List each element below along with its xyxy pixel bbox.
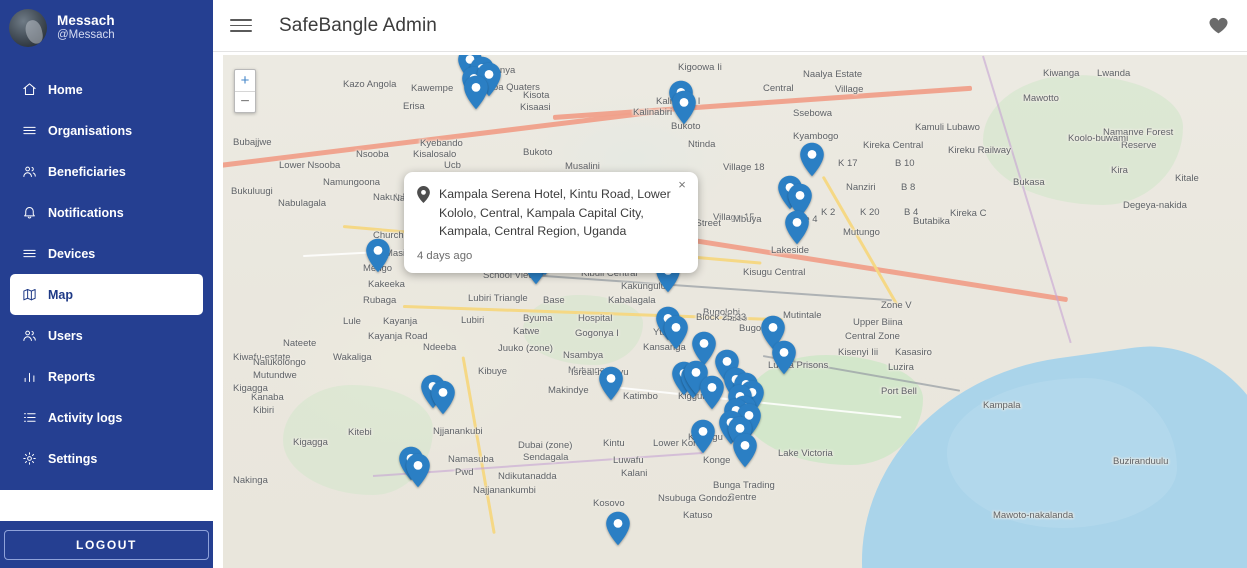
sidebar-item-label: Organisations <box>48 123 133 138</box>
bar-chart-icon <box>22 369 37 384</box>
sidebar-profile[interactable]: Messach @Messach <box>0 0 213 55</box>
sidebar-item-organisations[interactable]: Organisations <box>10 110 203 151</box>
map-marker-pin[interactable] <box>663 315 689 350</box>
profile-handle: @Messach <box>57 28 115 41</box>
map-marker-pin[interactable] <box>463 75 489 110</box>
sidebar-item-label: Reports <box>48 369 96 384</box>
map-marker-pin[interactable] <box>732 433 758 468</box>
sidebar-item-home[interactable]: Home <box>10 69 203 110</box>
sidebar-nav: Home Organisations Beneficiaries Notific… <box>0 55 213 490</box>
page-title: SafeBangle Admin <box>279 14 437 36</box>
close-icon[interactable]: × <box>675 178 689 192</box>
zoom-in-button[interactable]: + <box>235 70 255 91</box>
sidebar-item-beneficiaries[interactable]: Beneficiaries <box>10 151 203 192</box>
profile-name: Messach <box>57 12 115 28</box>
map-marker-pin[interactable] <box>598 366 624 401</box>
map-icon <box>22 287 37 302</box>
sidebar-item-map[interactable]: Map <box>10 274 203 315</box>
sidebar-divider-band <box>0 490 213 521</box>
sidebar-item-settings[interactable]: Settings <box>10 438 203 479</box>
map-marker-pin[interactable] <box>771 340 797 375</box>
zoom-out-button[interactable]: − <box>235 91 255 112</box>
popup-address: Kampala Serena Hotel, Kintu Road, Lower … <box>439 187 671 239</box>
sidebar-item-label: Notifications <box>48 205 124 220</box>
sidebar-item-label: Activity logs <box>48 410 123 425</box>
logout-button[interactable]: LOGOUT <box>4 529 209 560</box>
list-icon <box>22 123 37 138</box>
map-marker-pin[interactable] <box>405 453 431 488</box>
list-icon <box>22 246 37 261</box>
map-marker-pin[interactable] <box>430 380 456 415</box>
sidebar-item-users[interactable]: Users <box>10 315 203 356</box>
app-root: Messach @Messach Home Organisations Bene… <box>0 0 1247 568</box>
profile-text: Messach @Messach <box>57 13 115 42</box>
popup-timestamp: 4 days ago <box>417 250 473 263</box>
location-pin-icon <box>417 185 433 241</box>
map-marker-pin[interactable] <box>699 375 725 410</box>
sidebar: Messach @Messach Home Organisations Bene… <box>0 0 213 568</box>
sidebar-item-label: Users <box>48 328 83 343</box>
map-zoom-control: + − <box>234 69 256 113</box>
sidebar-item-reports[interactable]: Reports <box>10 356 203 397</box>
home-icon <box>22 82 37 97</box>
sidebar-item-activity-logs[interactable]: Activity logs <box>10 397 203 438</box>
sidebar-item-notifications[interactable]: Notifications <box>10 192 203 233</box>
top-header: SafeBangle Admin <box>213 0 1247 52</box>
map-marker-pin[interactable] <box>784 210 810 245</box>
hamburger-icon[interactable] <box>227 12 255 40</box>
map-marker-pin[interactable] <box>799 142 825 177</box>
sidebar-item-label: Beneficiaries <box>48 164 126 179</box>
gear-icon <box>22 451 37 466</box>
map-view[interactable]: KanyanyaKazo AngolaKawempeKulumba Quater… <box>223 55 1247 568</box>
list-detail-icon <box>22 410 37 425</box>
sidebar-item-label: Devices <box>48 246 96 261</box>
popup-body: Kampala Serena Hotel, Kintu Road, Lower … <box>417 185 683 241</box>
map-canvas <box>223 55 1247 568</box>
sidebar-item-label: Settings <box>48 451 98 466</box>
sidebar-item-devices[interactable]: Devices <box>10 233 203 274</box>
users-icon <box>22 164 37 179</box>
bell-icon <box>22 205 37 220</box>
users-icon <box>22 328 37 343</box>
sidebar-spacer <box>0 479 213 490</box>
avatar <box>9 8 47 47</box>
sidebar-item-label: Home <box>48 82 83 97</box>
sidebar-item-label: Map <box>48 287 73 302</box>
map-marker-pin[interactable] <box>605 511 631 546</box>
heart-icon[interactable] <box>1205 13 1231 39</box>
map-popup: × Kampala Serena Hotel, Kintu Road, Lowe… <box>404 172 698 274</box>
logout-container: LOGOUT <box>0 521 213 568</box>
map-marker-pin[interactable] <box>690 419 716 454</box>
map-marker-pin[interactable] <box>671 90 697 125</box>
map-marker-pin[interactable] <box>365 238 391 273</box>
